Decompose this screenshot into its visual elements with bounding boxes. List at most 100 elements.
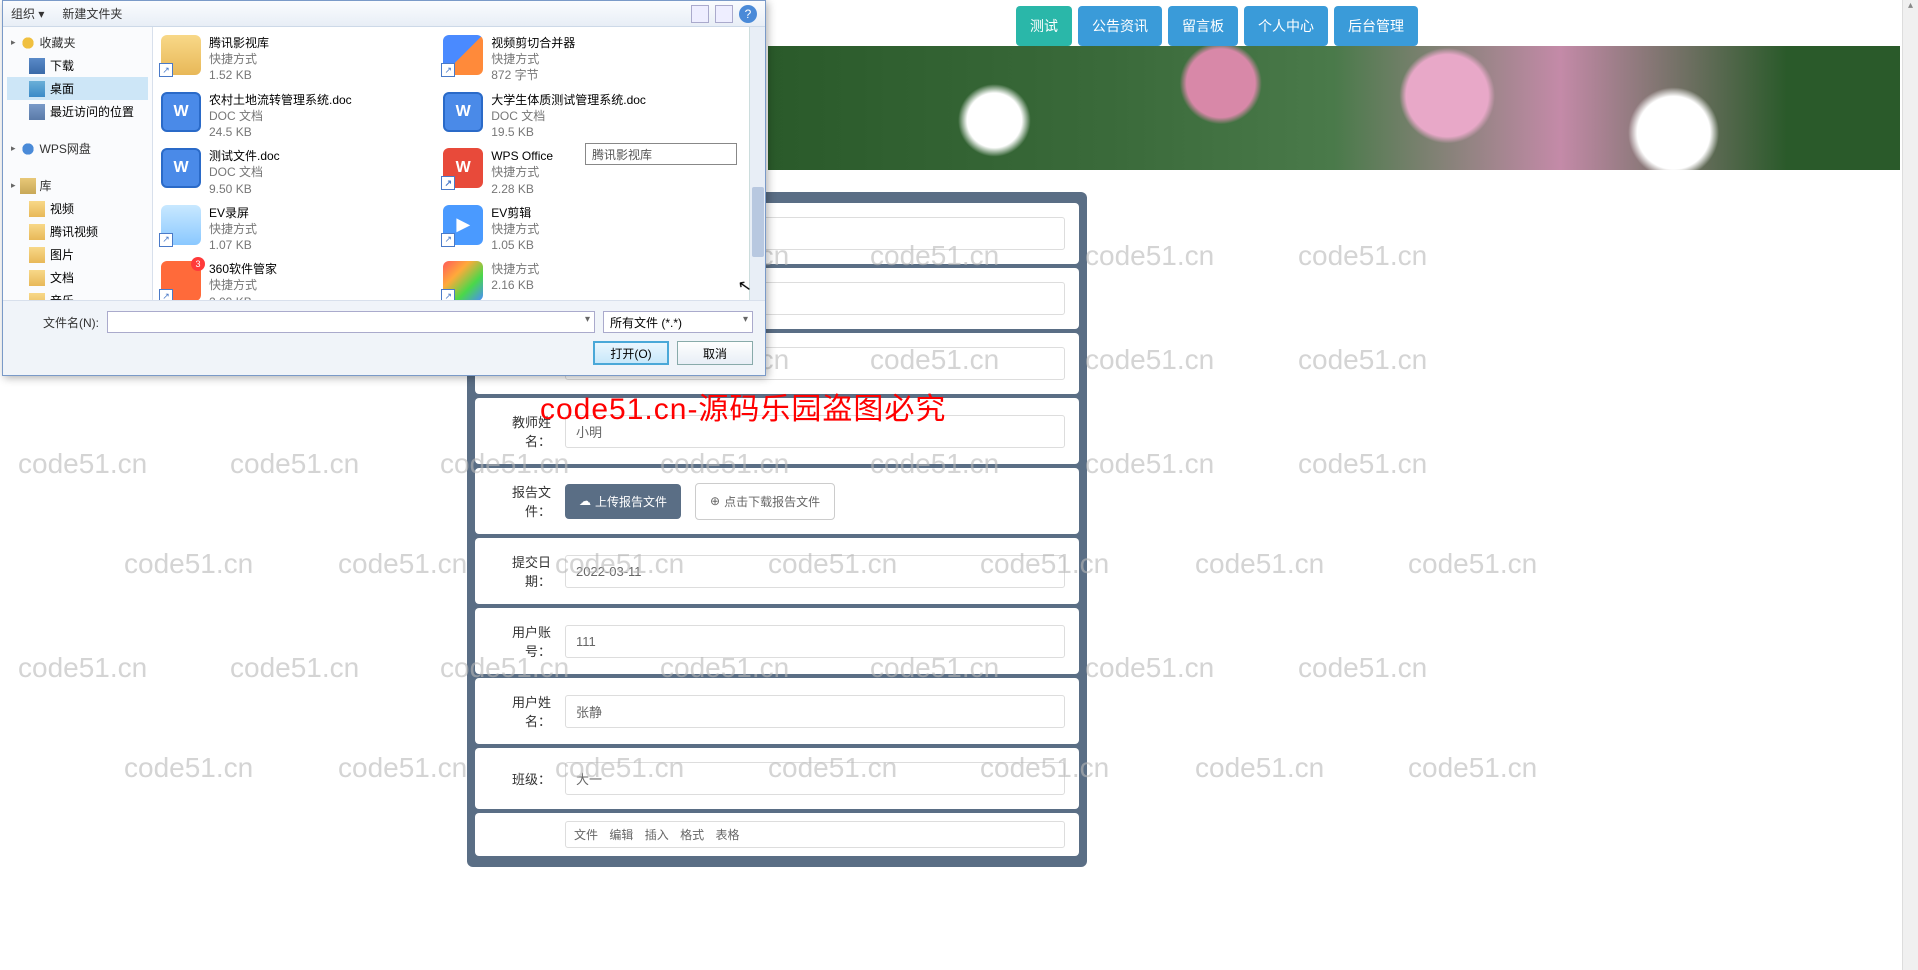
download-button[interactable]: ⊕点击下载报告文件 <box>695 483 835 520</box>
file-item[interactable]: ↗EV录屏快捷方式1.07 KB <box>157 201 439 258</box>
file-list: ↗腾讯影视库快捷方式1.52 KB↗视频剪切合并器快捷方式872 字节农村土地流… <box>153 27 749 300</box>
date-input[interactable] <box>565 555 1065 588</box>
file-name: 大学生体质测试管理系统.doc <box>491 92 646 108</box>
shortcut-arrow-icon: ↗ <box>159 63 173 77</box>
upload-button[interactable]: ☁上传报告文件 <box>565 484 681 519</box>
file-size: 872 字节 <box>491 67 575 83</box>
editor-insert[interactable]: 插入 <box>645 828 669 842</box>
sidebar-favorites[interactable]: ▸收藏夹 <box>7 31 148 54</box>
open-button[interactable]: 打开(O) <box>593 341 669 365</box>
file-name: WPS Office <box>491 148 553 164</box>
file-name: EV剪辑 <box>491 205 539 221</box>
help-icon[interactable]: ? <box>739 5 757 23</box>
sidebar-video[interactable]: 视频 <box>7 197 148 220</box>
file-item[interactable]: ↗快捷方式2.16 KB <box>439 257 721 300</box>
sidebar-library[interactable]: ▸库 <box>7 174 148 197</box>
watermark-red: code51.cn-源码乐园盗图必究 <box>540 384 946 428</box>
nav-admin[interactable]: 后台管理 <box>1334 6 1418 46</box>
file-name: 测试文件.doc <box>209 148 280 164</box>
file-name: 农村土地流转管理系统.doc <box>209 92 352 108</box>
file-item[interactable]: ↗ EV剪辑快捷方式1.05 KB <box>439 201 721 258</box>
file-type: 快捷方式 <box>491 221 539 237</box>
file-type: DOC 文档 <box>209 108 352 124</box>
editor-edit[interactable]: 编辑 <box>609 828 633 842</box>
form-row-username: 用户姓名： <box>475 678 1079 744</box>
organize-menu[interactable]: 组织 ▾ <box>11 5 44 22</box>
class-input[interactable] <box>565 762 1065 795</box>
file-size: 24.5 KB <box>209 124 352 140</box>
cancel-button[interactable]: 取消 <box>677 341 753 365</box>
file-scrollbar[interactable] <box>749 27 765 300</box>
file-item[interactable]: 农村土地流转管理系统.docDOC 文档24.5 KB <box>157 88 439 145</box>
file-size: 1.05 KB <box>491 237 539 253</box>
file-size: 19.5 KB <box>491 124 646 140</box>
file-icon: ↗ <box>161 205 201 245</box>
filename-combo[interactable] <box>107 311 595 333</box>
editor-table[interactable]: 表格 <box>715 828 739 842</box>
sidebar-music[interactable]: 音乐 <box>7 289 148 300</box>
file-type: 快捷方式 <box>491 261 539 277</box>
nav-profile[interactable]: 个人中心 <box>1244 6 1328 46</box>
desktop-icon <box>29 81 45 97</box>
file-icon: ↗ <box>443 261 483 300</box>
library-icon <box>20 178 36 194</box>
nav-board[interactable]: 留言板 <box>1168 6 1238 46</box>
scrollbar-thumb[interactable] <box>752 187 764 257</box>
top-nav: 测试 公告资讯 留言板 个人中心 后台管理 <box>1016 6 1418 46</box>
folder-icon <box>29 293 45 301</box>
file-item[interactable]: ↗360软件管家快捷方式2.09 KB <box>157 257 439 300</box>
sidebar-txvideo[interactable]: 腾讯视频 <box>7 220 148 243</box>
file-item[interactable]: ↗视频剪切合并器快捷方式872 字节 <box>439 31 721 88</box>
dialog-footer: 文件名(N): 所有文件 (*.*) 打开(O) 取消 <box>3 300 765 375</box>
filename-label: 文件名(N): <box>15 314 99 331</box>
username-input[interactable] <box>565 695 1065 728</box>
file-type: 快捷方式 <box>209 221 257 237</box>
file-item[interactable]: 测试文件.docDOC 文档9.50 KB <box>157 144 439 201</box>
date-label: 提交日期： <box>489 552 551 590</box>
banner-image <box>768 46 1900 170</box>
file-name: EV录屏 <box>209 205 257 221</box>
dialog-sidebar: ▸收藏夹 下载 桌面 最近访问的位置 ▸WPS网盘 ▸库 视频 腾讯视频 图片 … <box>3 27 153 300</box>
editor-format[interactable]: 格式 <box>680 828 704 842</box>
sidebar-documents[interactable]: 文档 <box>7 266 148 289</box>
file-icon: ↗ <box>161 35 201 75</box>
account-input[interactable] <box>565 625 1065 658</box>
preview-icon[interactable] <box>715 5 733 23</box>
file-type: 快捷方式 <box>209 51 269 67</box>
page-scrollbar[interactable]: ▴ <box>1902 0 1918 970</box>
filetype-combo[interactable]: 所有文件 (*.*) <box>603 311 753 333</box>
folder-icon <box>29 247 45 263</box>
file-icon: ↗ <box>161 261 201 300</box>
sidebar-pictures[interactable]: 图片 <box>7 243 148 266</box>
file-item[interactable]: 大学生体质测试管理系统.docDOC 文档19.5 KB <box>439 88 721 145</box>
sidebar-desktop[interactable]: 桌面 <box>7 77 148 100</box>
form-row-date: 提交日期： <box>475 538 1079 604</box>
shortcut-arrow-icon: ↗ <box>441 289 455 300</box>
file-type: 快捷方式 <box>209 277 277 293</box>
nav-news[interactable]: 公告资讯 <box>1078 6 1162 46</box>
file-size: 9.50 KB <box>209 181 280 197</box>
view-icon[interactable] <box>691 5 709 23</box>
folder-icon <box>29 201 45 217</box>
file-icon <box>161 92 201 132</box>
wps-icon <box>20 141 36 157</box>
file-size: 2.28 KB <box>491 181 553 197</box>
form-row-editor: 文件 编辑 插入 格式 表格 <box>475 813 1079 856</box>
editor-toolbar: 文件 编辑 插入 格式 表格 <box>565 821 1065 848</box>
download-icon: ⊕ <box>710 494 720 508</box>
folder-icon <box>29 224 45 240</box>
editor-file[interactable]: 文件 <box>574 828 598 842</box>
recent-icon <box>29 104 45 120</box>
file-icon: ↗ <box>443 205 483 245</box>
nav-test[interactable]: 测试 <box>1016 6 1072 46</box>
file-item[interactable]: ↗腾讯影视库快捷方式1.52 KB <box>157 31 439 88</box>
new-folder-button[interactable]: 新建文件夹 <box>62 5 122 22</box>
sidebar-wps[interactable]: ▸WPS网盘 <box>7 137 148 160</box>
file-icon <box>443 92 483 132</box>
sidebar-downloads[interactable]: 下载 <box>7 54 148 77</box>
file-size: 1.52 KB <box>209 67 269 83</box>
sidebar-recent[interactable]: 最近访问的位置 <box>7 100 148 123</box>
form-row-account: 用户账号： <box>475 608 1079 674</box>
shortcut-arrow-icon: ↗ <box>441 63 455 77</box>
file-type: 快捷方式 <box>491 51 575 67</box>
